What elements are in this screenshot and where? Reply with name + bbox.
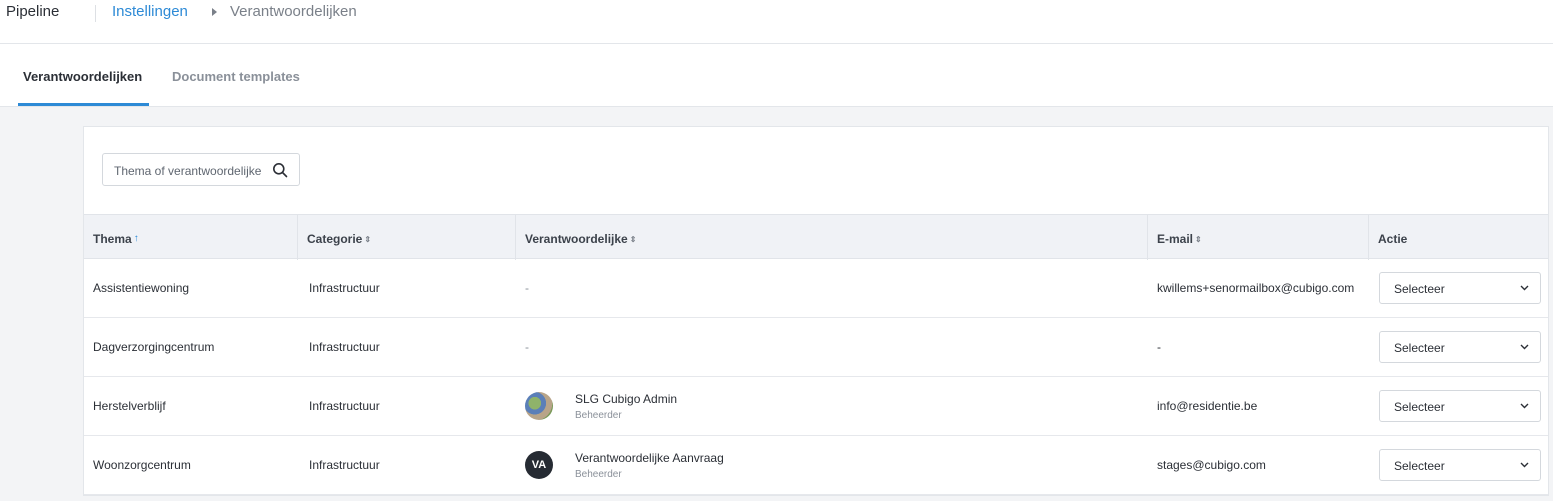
divider <box>95 5 96 22</box>
cell-email: kwillems+senormailbox@cubigo.com <box>1157 281 1355 295</box>
breadcrumb-current: Verantwoordelijken <box>230 3 357 20</box>
active-tab-indicator <box>18 103 149 106</box>
cell-email: info@residentie.be <box>1157 399 1258 413</box>
person-name: Verantwoordelijke Aanvraag <box>575 451 724 465</box>
tab-document-templates[interactable]: Document templates <box>172 69 300 84</box>
search-icon[interactable] <box>272 162 288 178</box>
cell-categorie: Infrastructuur <box>309 340 380 354</box>
cell-verantwoordelijke: - <box>525 281 529 295</box>
cell-thema: Herstelverblijf <box>93 399 166 413</box>
tab-verantwoordelijken[interactable]: Verantwoordelijken <box>23 69 142 84</box>
table-row: Woonzorgcentrum Infrastructuur VA Verant… <box>84 436 1548 495</box>
select-label: Selecteer <box>1394 341 1445 355</box>
cell-verantwoordelijke: VA Verantwoordelijke Aanvraag Beheerder <box>516 436 1148 495</box>
column-label: Categorie <box>307 232 363 246</box>
column-header-categorie[interactable]: Categorie ⇕ <box>298 215 516 260</box>
sort-ascending-icon[interactable]: ↑ <box>134 233 139 244</box>
top-bar: Pipeline Instellingen Verantwoordelijken <box>0 0 1553 44</box>
chevron-down-icon <box>1520 403 1529 409</box>
search-input[interactable]: Thema of verantwoordelijke <box>102 153 300 186</box>
action-select[interactable]: Selecteer <box>1379 272 1541 304</box>
chevron-down-icon <box>1520 344 1529 350</box>
column-label: E-mail <box>1157 232 1194 246</box>
select-label: Selecteer <box>1394 400 1445 414</box>
sort-icon[interactable]: ⇕ <box>1195 235 1202 244</box>
cell-categorie: Infrastructuur <box>309 281 380 295</box>
column-label: Actie <box>1378 232 1408 246</box>
table-row: Dagverzorgingcentrum Infrastructuur - - … <box>84 318 1548 377</box>
cell-email: stages@cubigo.com <box>1157 458 1266 472</box>
action-select[interactable]: Selecteer <box>1379 331 1541 363</box>
cell-categorie: Infrastructuur <box>309 458 380 472</box>
sort-icon[interactable]: ⇕ <box>630 235 637 244</box>
chevron-down-icon <box>1520 462 1529 468</box>
action-select[interactable]: Selecteer <box>1379 390 1541 422</box>
sort-icon[interactable]: ⇕ <box>364 235 371 244</box>
cell-email: - <box>1157 340 1161 354</box>
column-label: Verantwoordelijke <box>525 232 628 246</box>
table-header: Thema ↑ Categorie ⇕ Verantwoordelijke ⇕ E-m… <box>84 214 1548 260</box>
cell-thema: Dagverzorgingcentrum <box>93 340 215 354</box>
cell-categorie: Infrastructuur <box>309 399 380 413</box>
breadcrumb-arrow-icon <box>212 8 217 16</box>
chevron-down-icon <box>1520 285 1529 291</box>
search-placeholder: Thema of verantwoordelijke <box>114 164 262 178</box>
breadcrumb-link-instellingen[interactable]: Instellingen <box>112 3 188 20</box>
cell-verantwoordelijke: - <box>525 340 529 354</box>
cell-verantwoordelijke: SLG Cubigo Admin Beheerder <box>516 377 1148 436</box>
column-header-verantwoordelijke[interactable]: Verantwoordelijke ⇕ <box>516 215 1148 260</box>
avatar: VA <box>525 451 553 479</box>
person-role: Beheerder <box>575 469 622 480</box>
table-row: Assistentiewoning Infrastructuur - kwill… <box>84 259 1548 318</box>
tab-bar: Verantwoordelijken Document templates <box>0 44 1553 107</box>
avatar <box>525 392 553 420</box>
app-name: Pipeline <box>6 3 60 20</box>
column-header-thema[interactable]: Thema ↑ <box>84 215 298 260</box>
column-header-actie: Actie <box>1369 215 1548 260</box>
column-header-email[interactable]: E-mail ⇕ <box>1148 215 1369 260</box>
person-role: Beheerder <box>575 410 622 421</box>
person-name: SLG Cubigo Admin <box>575 392 678 406</box>
column-label: Thema <box>93 232 132 246</box>
cell-thema: Assistentiewoning <box>93 281 190 295</box>
table-row: Herstelverblijf Infrastructuur SLG Cubig… <box>84 377 1548 436</box>
verantwoordelijken-card: Thema of verantwoordelijke Thema ↑ Catego… <box>83 126 1549 496</box>
select-label: Selecteer <box>1394 282 1445 296</box>
select-label: Selecteer <box>1394 459 1445 473</box>
action-select[interactable]: Selecteer <box>1379 449 1541 481</box>
cell-thema: Woonzorgcentrum <box>93 458 191 472</box>
